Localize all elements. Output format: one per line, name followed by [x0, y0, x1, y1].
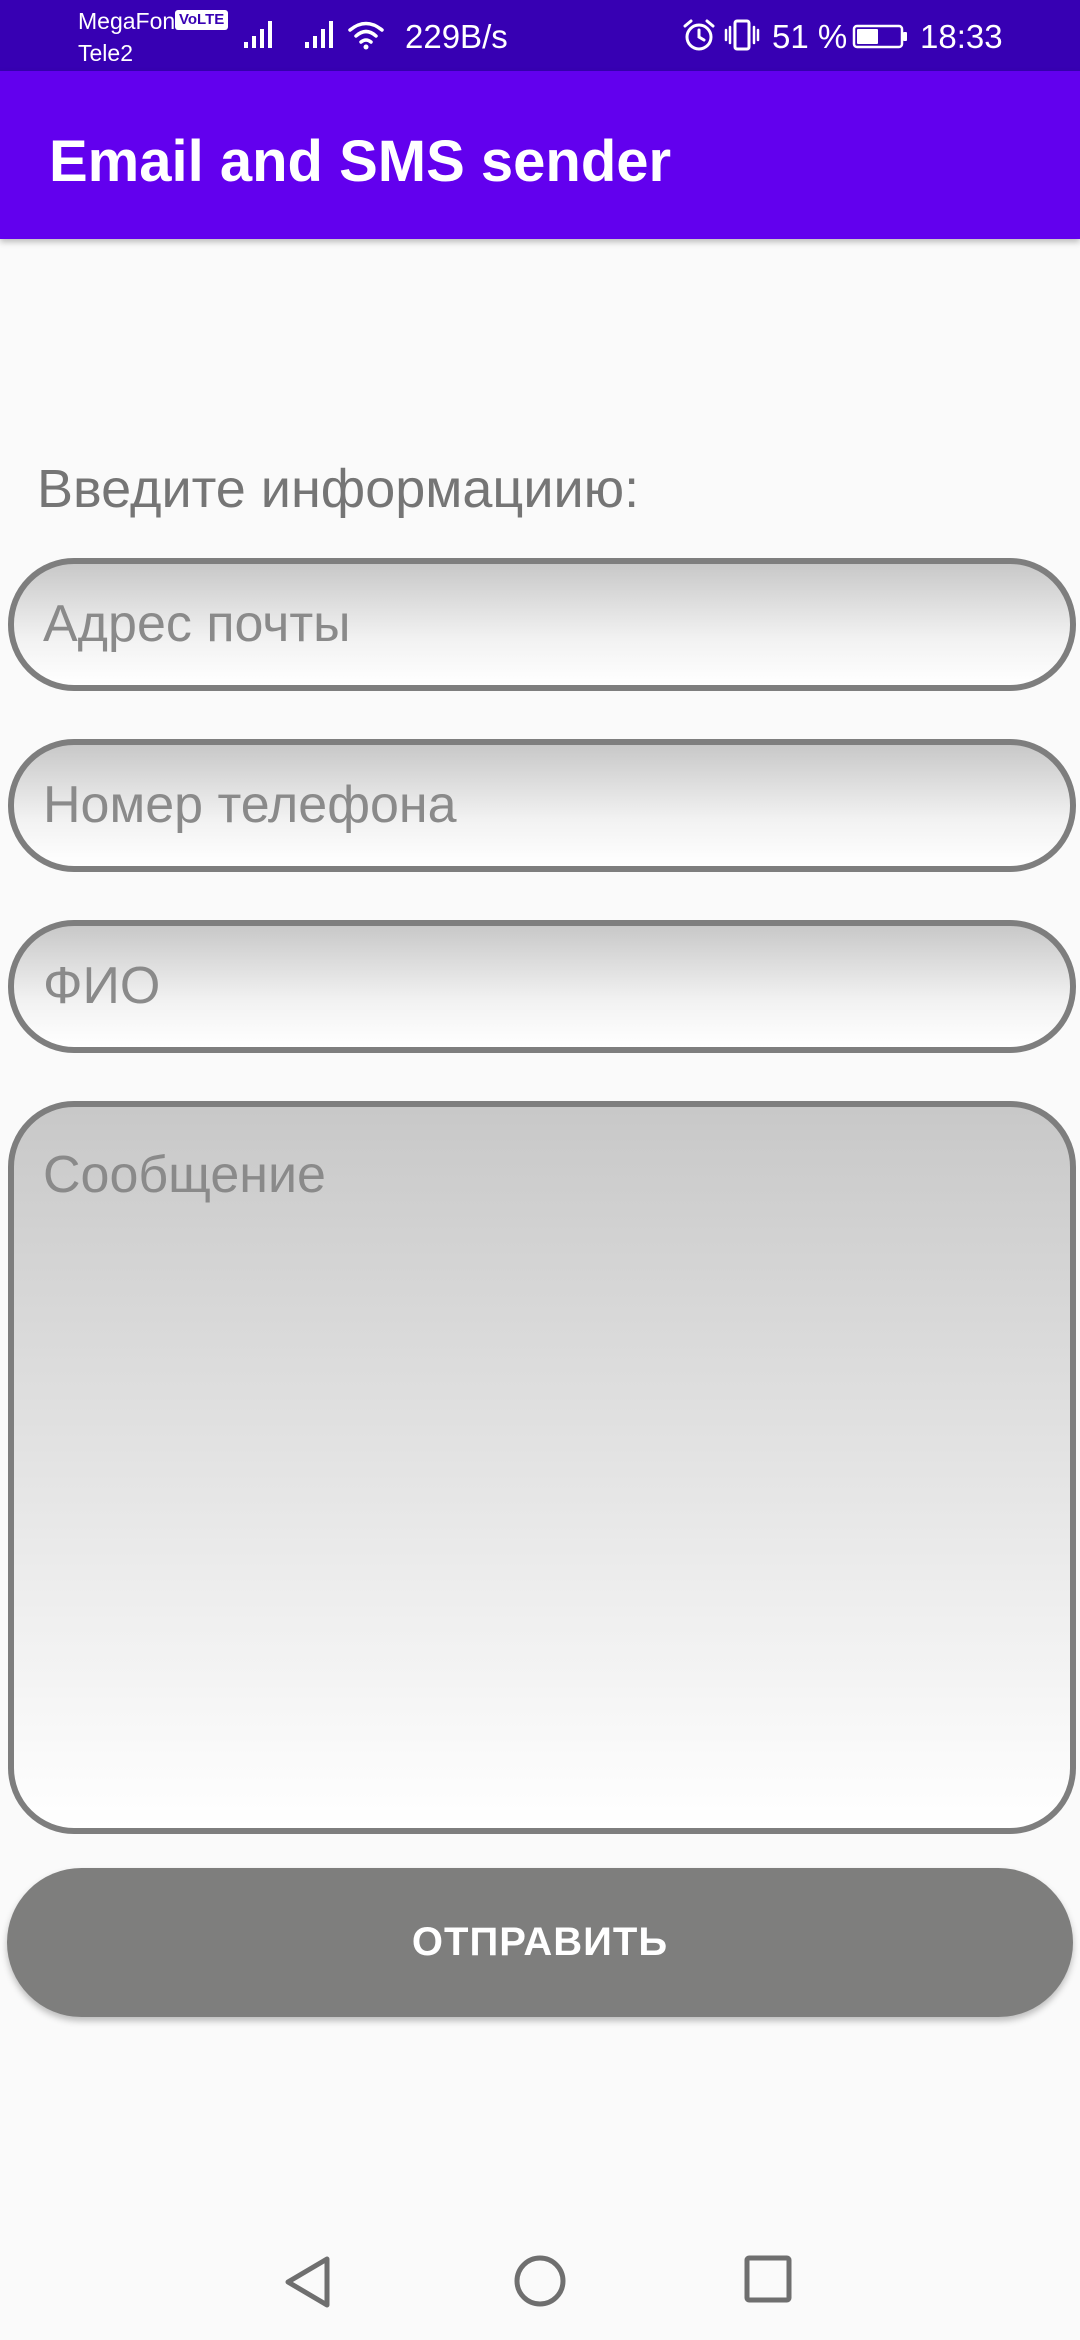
clock: 18:33: [920, 18, 1003, 55]
message-field[interactable]: Сообщение: [8, 1101, 1076, 1834]
volte-badge: VoLTE: [175, 10, 229, 30]
back-icon[interactable]: [283, 2255, 333, 2309]
app-title: Email and SMS sender: [49, 129, 672, 194]
carrier-secondary: Tele2: [78, 40, 133, 66]
signal-icon: [305, 21, 333, 48]
alarm-icon: [683, 19, 715, 51]
send-button[interactable]: ОТПРАВИТЬ: [7, 1868, 1073, 2017]
recents-icon[interactable]: [744, 2255, 792, 2303]
battery-icon: [852, 24, 907, 49]
wifi-icon: [348, 21, 384, 50]
full-name-field[interactable]: ФИО: [8, 920, 1076, 1053]
full-name-placeholder: ФИО: [43, 957, 161, 1015]
app-bar: Email and SMS sender: [0, 71, 1080, 239]
email-placeholder: Адрес почты: [43, 595, 351, 653]
form-label: Введите информациию:: [37, 459, 640, 519]
home-icon[interactable]: [513, 2254, 567, 2308]
status-bar: MegaFon VoLTE Tele2 229B/s 51 % 18:33: [0, 0, 1080, 71]
signal-icon: [244, 21, 272, 48]
battery-percent: 51 %: [772, 18, 848, 55]
send-button-label: ОТПРАВИТЬ: [411, 1920, 669, 1964]
message-placeholder: Сообщение: [43, 1146, 326, 1204]
carrier-primary: MegaFon: [78, 8, 176, 34]
phone-placeholder: Номер телефона: [43, 776, 457, 834]
email-field[interactable]: Адрес почты: [8, 558, 1076, 691]
vibrate-icon: [724, 19, 760, 51]
phone-field[interactable]: Номер телефона: [8, 739, 1076, 872]
network-speed: 229B/s: [405, 18, 508, 55]
